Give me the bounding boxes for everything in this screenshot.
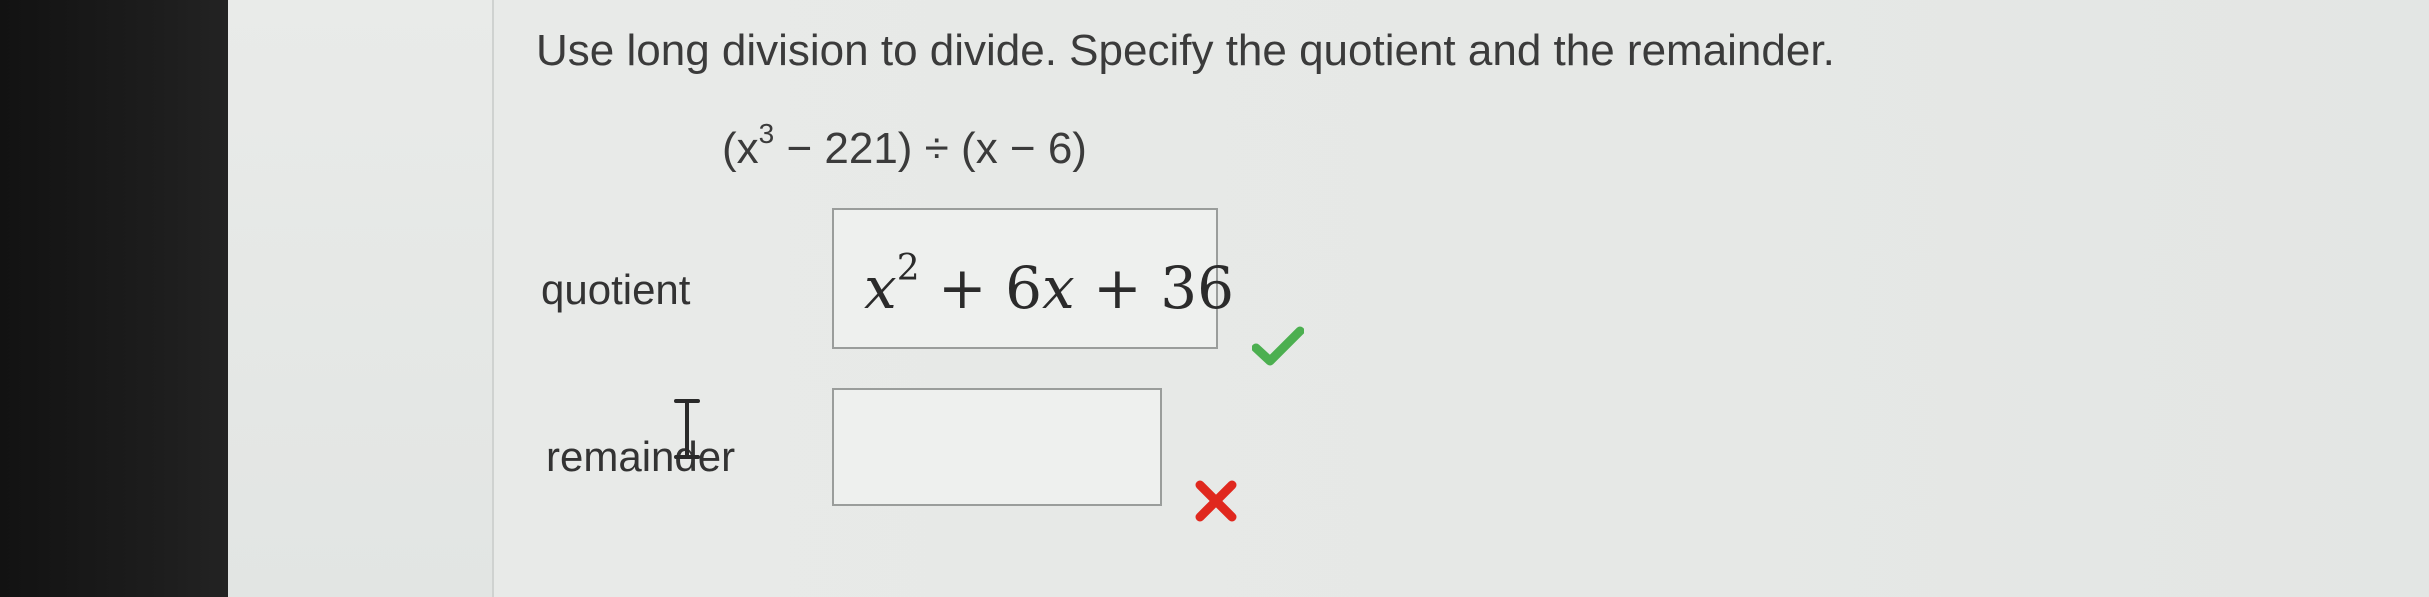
quotient-var-2: x xyxy=(1042,254,1075,322)
expression-exponent: 3 xyxy=(758,118,775,149)
remainder-answer-field[interactable] xyxy=(832,388,1162,506)
expression-open: (x xyxy=(722,124,759,173)
question-panel xyxy=(494,0,2429,597)
quotient-label: quotient xyxy=(541,266,691,313)
quotient-answer-field[interactable]: x2 + 6x + 36 xyxy=(832,208,1234,349)
expression-rest: − 221) ÷ (x − 6) xyxy=(774,124,1087,173)
left-side-panel xyxy=(228,0,494,597)
remainder-label: remainder xyxy=(546,433,736,480)
quotient-answer: x2 + 6x + 36 xyxy=(864,248,1234,322)
quotient-term: + 6 xyxy=(919,254,1042,322)
quotient-constant: + 36 xyxy=(1074,254,1234,322)
division-expression: (x3 − 221) ÷ (x − 6) xyxy=(722,118,1087,174)
quotient-exponent: 2 xyxy=(896,248,920,289)
question-instruction: Use long division to divide. Specify the… xyxy=(536,26,1835,75)
text-cursor-icon xyxy=(674,399,700,459)
x-mark-icon xyxy=(1195,480,1237,522)
monitor-bezel xyxy=(0,0,228,597)
checkmark-icon xyxy=(1252,326,1304,366)
quotient-var: x xyxy=(864,254,897,322)
